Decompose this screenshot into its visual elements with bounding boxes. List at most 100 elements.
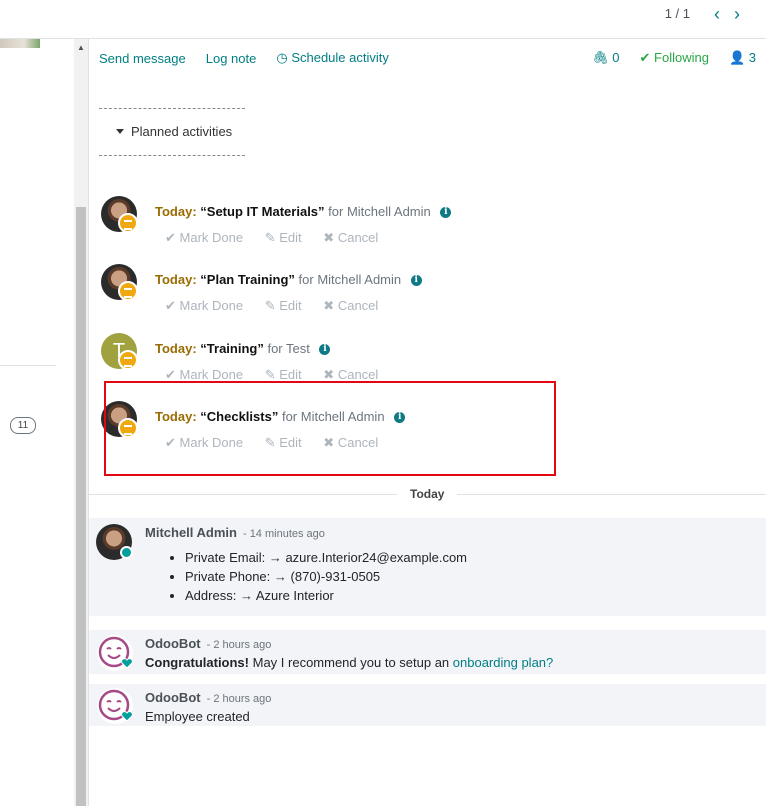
edit-button[interactable]: ✎ Edit xyxy=(265,367,302,382)
form-left-pane: 11 xyxy=(0,39,74,806)
mark-done-button[interactable]: ✔ Mark Done xyxy=(165,367,243,382)
tracking-item: Address: → Azure Interior xyxy=(185,588,467,603)
cancel-label: Cancel xyxy=(337,298,379,313)
tracking-label: Private Email: xyxy=(185,550,266,565)
edit-label: Edit xyxy=(279,367,302,382)
activity-assignee: for Mitchell Admin xyxy=(328,204,431,219)
arrow-right-icon: → xyxy=(268,550,282,565)
date-separator-label: Today xyxy=(410,487,445,501)
heart-icon xyxy=(121,711,133,722)
chatter-topbar-right: 🖇 0 ✔ Following 👤 3 xyxy=(592,50,756,66)
info-icon[interactable]: i xyxy=(440,207,452,219)
info-icon[interactable]: i xyxy=(410,275,422,287)
clock-icon: ◷ xyxy=(276,50,288,65)
schedule-activity-button[interactable]: ◷ Schedule activity xyxy=(276,50,389,66)
followers-button[interactable]: 👤 3 xyxy=(729,50,756,66)
caret-down-icon xyxy=(116,129,124,134)
check-icon: ✔ xyxy=(165,298,176,313)
pencil-icon: ✎ xyxy=(264,367,276,382)
message-author[interactable]: Mitchell Admin - 14 minutes ago xyxy=(145,525,325,540)
edit-button[interactable]: ✎ Edit xyxy=(265,298,302,313)
date-separator: Today xyxy=(89,487,766,501)
activity-item: Today: “Setup IT Materials” for Mitchell… xyxy=(101,196,541,256)
attachments-count: 0 xyxy=(612,50,620,65)
cancel-button[interactable]: ✖ Cancel xyxy=(323,230,378,245)
chevron-right-icon[interactable]: › xyxy=(734,5,740,23)
chevron-left-icon[interactable]: ‹ xyxy=(714,5,720,23)
top-divider xyxy=(0,38,766,39)
todo-icon xyxy=(118,213,138,233)
paperclip-icon: 🖇 xyxy=(592,50,609,65)
tracking-label: Address: xyxy=(185,588,237,603)
tracking-item: Private Email: → azure.Interior24@exampl… xyxy=(185,550,467,565)
cancel-button[interactable]: ✖ Cancel xyxy=(323,298,378,313)
close-icon: ✖ xyxy=(323,230,335,245)
following-button[interactable]: ✔ Following xyxy=(640,50,709,66)
mark-done-label: Mark Done xyxy=(179,298,244,313)
planned-activities-toggle[interactable]: Planned activities xyxy=(99,108,245,156)
pencil-icon: ✎ xyxy=(264,230,276,245)
chatter-topbar: Send message Log note ◷ Schedule activit… xyxy=(99,49,756,67)
mark-done-button[interactable]: ✔ Mark Done xyxy=(165,230,243,245)
image-thumbnail xyxy=(0,39,40,48)
arrow-right-icon: → xyxy=(273,569,287,584)
edit-button[interactable]: ✎ Edit xyxy=(265,230,302,245)
edit-label: Edit xyxy=(279,230,302,245)
pager: 1 / 1 ‹ › xyxy=(665,5,740,23)
tracking-value: (870)-931-0505 xyxy=(290,569,381,584)
count-badge[interactable]: 11 xyxy=(10,417,36,434)
check-icon: ✔ xyxy=(639,50,651,65)
message: OdooBot - 2 hours ago Congratulations! Ma… xyxy=(89,630,766,674)
activity-due: Today: xyxy=(155,341,197,356)
message-body: Congratulations! May I recommend you to … xyxy=(145,655,553,670)
scrollbar-thumb[interactable] xyxy=(76,207,86,806)
pager-count[interactable]: 1 / 1 xyxy=(665,6,690,21)
info-icon[interactable]: i xyxy=(319,344,331,356)
tracking-value: Azure Interior xyxy=(255,588,334,603)
activity-summary: “Training” xyxy=(200,341,264,356)
send-message-button[interactable]: Send message xyxy=(99,51,186,66)
followers-count: 3 xyxy=(748,50,756,65)
tracking-value: azure.Interior24@example.com xyxy=(285,550,468,565)
message: Mitchell Admin - 14 minutes ago Private E… xyxy=(89,518,766,616)
message-body: Private Email: → azure.Interior24@exampl… xyxy=(145,550,467,607)
onboarding-plan-link[interactable]: onboarding plan? xyxy=(453,655,553,670)
cancel-label: Cancel xyxy=(337,367,379,382)
check-icon: ✔ xyxy=(165,367,176,382)
schedule-activity-label: Schedule activity xyxy=(291,50,389,65)
close-icon: ✖ xyxy=(323,367,335,382)
activity-item: Today: “Plan Training” for Mitchell Admi… xyxy=(101,264,541,324)
log-note-button[interactable]: Log note xyxy=(206,51,257,66)
cancel-button[interactable]: ✖ Cancel xyxy=(323,367,378,382)
todo-icon xyxy=(118,350,138,370)
tracking-item: Private Phone: → (870)-931-0505 xyxy=(185,569,467,584)
user-icon: 👤 xyxy=(728,50,746,65)
mark-done-button[interactable]: ✔ Mark Done xyxy=(165,298,243,313)
message-author[interactable]: OdooBot - 2 hours ago xyxy=(145,690,271,705)
close-icon: ✖ xyxy=(323,298,335,313)
online-status-icon xyxy=(120,546,133,559)
message-time: - 2 hours ago xyxy=(206,639,272,651)
highlight-box xyxy=(104,381,556,476)
mark-done-label: Mark Done xyxy=(179,367,244,382)
author-name: OdooBot xyxy=(145,636,201,651)
planned-activities-label: Planned activities xyxy=(131,124,233,139)
heart-icon xyxy=(121,658,133,669)
message-text: May I recommend you to setup an xyxy=(249,655,453,670)
pencil-icon: ✎ xyxy=(264,298,276,313)
todo-icon xyxy=(118,281,138,301)
check-icon: ✔ xyxy=(165,230,176,245)
message-author[interactable]: OdooBot - 2 hours ago xyxy=(145,636,271,651)
activity-due: Today: xyxy=(155,204,197,219)
activity-summary: “Plan Training” xyxy=(200,272,295,287)
scroll-up-icon[interactable]: ▲ xyxy=(77,43,85,52)
following-label: Following xyxy=(654,50,709,65)
author-name: OdooBot xyxy=(145,690,201,705)
activity-summary: “Setup IT Materials” xyxy=(200,204,325,219)
scrollbar[interactable]: ▲ xyxy=(74,39,88,806)
cancel-label: Cancel xyxy=(337,230,379,245)
edit-label: Edit xyxy=(279,298,302,313)
mark-done-label: Mark Done xyxy=(179,230,244,245)
attachments-button[interactable]: 🖇 0 xyxy=(592,50,619,66)
left-divider xyxy=(0,365,56,366)
